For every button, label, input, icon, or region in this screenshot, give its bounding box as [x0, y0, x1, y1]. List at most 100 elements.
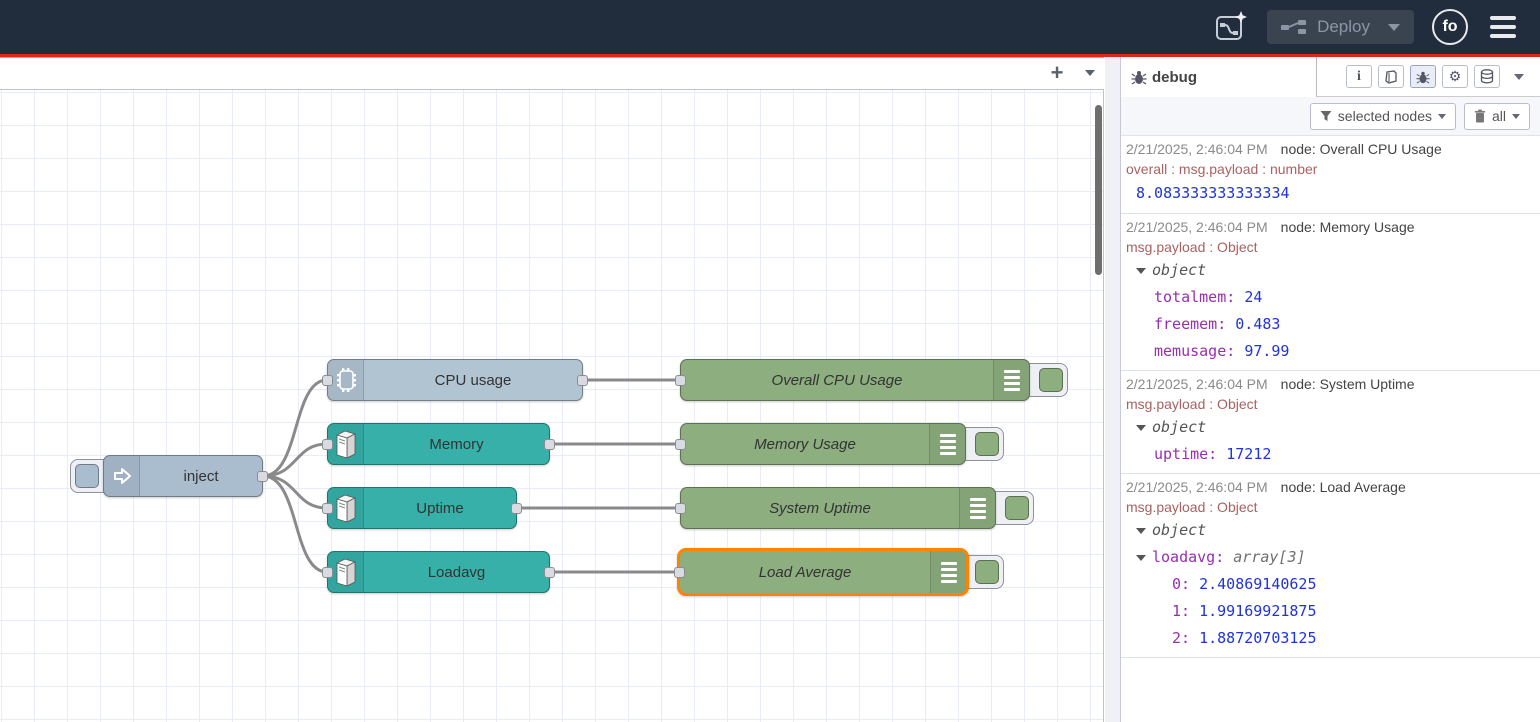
flow-node-cpu-usage[interactable]: CPU usage	[327, 359, 583, 401]
context-tab-button[interactable]	[1474, 65, 1500, 88]
debug-list-icon	[929, 424, 965, 464]
memory-input-port[interactable]	[322, 439, 333, 450]
debug-key-value-row: uptime: 17212	[1126, 441, 1535, 468]
debug-tab-button[interactable]	[1410, 65, 1436, 88]
debug-key-value-row: freemem: 0.483	[1126, 311, 1535, 338]
debug-tree-row[interactable]: object	[1126, 257, 1535, 284]
debug-key: 0:	[1172, 575, 1199, 593]
chevron-down-icon	[1438, 114, 1446, 119]
uptime-input-port[interactable]	[322, 503, 333, 514]
node-label: System Uptime	[681, 488, 959, 528]
debug-key: uptime:	[1154, 445, 1226, 463]
node-red-window: Deploy fo +	[0, 0, 1540, 722]
inject-output-port[interactable]	[257, 471, 268, 482]
debug-message[interactable]: 2/21/2025, 2:46:04 PMnode: Overall CPU U…	[1121, 136, 1540, 214]
ai-assistant-button[interactable]	[1213, 9, 1249, 45]
help-tab-button[interactable]	[1378, 65, 1404, 88]
trash-icon	[1474, 109, 1486, 123]
collapse-caret-icon[interactable]	[1136, 268, 1146, 274]
flow-node-debug-overall-cpu[interactable]: Overall CPU Usage	[680, 359, 1030, 401]
debug-list-icon	[930, 551, 966, 593]
debug-input-port[interactable]	[675, 439, 686, 450]
sidebar-panel: debug i	[1121, 57, 1540, 722]
clear-messages-button[interactable]: all	[1464, 103, 1530, 130]
config-tab-button[interactable]: ⚙	[1442, 65, 1468, 88]
collapse-caret-icon[interactable]	[1136, 528, 1146, 534]
cpu-input-port[interactable]	[322, 375, 333, 386]
deploy-button[interactable]: Deploy	[1267, 10, 1414, 44]
bug-icon	[1416, 70, 1430, 84]
debug-message[interactable]: 2/21/2025, 2:46:04 PMnode: Memory Usage m…	[1121, 214, 1540, 371]
sidebar-tab-bar: debug i	[1121, 57, 1540, 97]
debug-message[interactable]: 2/21/2025, 2:46:04 PMnode: System Uptime…	[1121, 371, 1540, 474]
debug-value: 1.88720703125	[1199, 629, 1316, 647]
user-avatar[interactable]: fo	[1432, 9, 1468, 45]
gear-icon: ⚙	[1449, 68, 1462, 85]
wire-inject-uptime[interactable]	[263, 476, 327, 508]
info-tab-button[interactable]: i	[1346, 65, 1372, 88]
node-label: Memory	[364, 424, 549, 464]
debug-key-value-row: 2: 1.88720703125	[1126, 625, 1535, 652]
node-label: inject	[140, 456, 262, 496]
debug-message-meta: 2/21/2025, 2:46:04 PMnode: System Uptime	[1126, 374, 1535, 394]
flow-canvas[interactable]: inject CPU usage	[0, 90, 1104, 722]
wires-layer	[0, 90, 1104, 722]
flow-node-debug-memory[interactable]: Memory Usage	[680, 423, 966, 465]
debug-timestamp: 2/21/2025, 2:46:04 PM	[1126, 376, 1268, 392]
debug-input-port[interactable]	[675, 375, 686, 386]
book-icon	[1384, 70, 1398, 84]
main-menu-button[interactable]	[1486, 12, 1520, 42]
debug-input-port[interactable]	[675, 503, 686, 514]
flow-list-button[interactable]	[1076, 57, 1104, 89]
loadavg-output-port[interactable]	[544, 567, 555, 578]
flow-node-debug-uptime[interactable]: System Uptime	[680, 487, 996, 529]
sidebar-resize-handle[interactable]	[1105, 57, 1121, 722]
server-tower-icon	[328, 488, 364, 528]
sidebar-toolbar: i ⚙	[1346, 65, 1532, 88]
collapse-caret-icon[interactable]	[1136, 425, 1146, 431]
flow-node-memory[interactable]: Memory	[327, 423, 550, 465]
debug-message-topic: overall : msg.payload : number	[1126, 159, 1535, 179]
debug-tree-row[interactable]: loadavg: array[3]	[1126, 544, 1535, 571]
server-tower-icon	[328, 424, 364, 464]
filter-nodes-button[interactable]: selected nodes	[1310, 103, 1456, 130]
workspace-tab-bar	[0, 57, 1104, 90]
tab-label: debug	[1152, 69, 1197, 86]
filter-label: selected nodes	[1338, 108, 1432, 124]
debug-message-meta: 2/21/2025, 2:46:04 PMnode: Memory Usage	[1126, 217, 1535, 237]
flow-node-debug-loadavg[interactable]: Load Average	[677, 548, 969, 596]
debug-value: 97.99	[1244, 342, 1289, 360]
ai-flow-sparkle-icon	[1213, 9, 1249, 45]
loadavg-input-port[interactable]	[322, 567, 333, 578]
flow-node-uptime[interactable]: Uptime	[327, 487, 517, 529]
deploy-label: Deploy	[1317, 17, 1370, 37]
debug-array-type: array[3]	[1233, 548, 1305, 566]
memory-output-port[interactable]	[544, 439, 555, 450]
debug-input-port[interactable]	[674, 567, 685, 578]
canvas-vertical-scrollbar[interactable]	[1095, 105, 1102, 275]
debug-tree-row[interactable]: object	[1126, 517, 1535, 544]
cpu-output-port[interactable]	[577, 375, 588, 386]
debug-timestamp: 2/21/2025, 2:46:04 PM	[1126, 479, 1268, 495]
uptime-output-port[interactable]	[511, 503, 522, 514]
avatar-initials: fo	[1442, 18, 1457, 36]
debug-key: memusage:	[1154, 342, 1244, 360]
debug-message[interactable]: 2/21/2025, 2:46:04 PMnode: Load Averagem…	[1121, 474, 1540, 658]
flow-node-loadavg[interactable]: Loadavg	[327, 551, 550, 593]
database-icon	[1480, 69, 1494, 84]
debug-message-meta: 2/21/2025, 2:46:04 PMnode: Load Average	[1126, 477, 1535, 497]
debug-timestamp: 2/21/2025, 2:46:04 PM	[1126, 219, 1268, 235]
tree-type-label: object	[1152, 521, 1206, 539]
tab-debug[interactable]: debug	[1121, 57, 1317, 97]
wire-inject-memory[interactable]	[263, 444, 327, 476]
filter-funnel-icon	[1320, 110, 1332, 122]
debug-message-meta: 2/21/2025, 2:46:04 PMnode: Overall CPU U…	[1126, 139, 1535, 159]
debug-key-value-row: 0: 2.40869140625	[1126, 571, 1535, 598]
collapse-caret-icon[interactable]	[1136, 555, 1146, 561]
sidebar-menu-button[interactable]	[1506, 65, 1532, 88]
add-flow-button[interactable]: +	[1040, 57, 1074, 89]
inject-arrow-icon	[104, 456, 140, 496]
debug-tree-row[interactable]: object	[1126, 414, 1535, 441]
debug-message-list: 2/21/2025, 2:46:04 PMnode: Overall CPU U…	[1121, 135, 1540, 722]
flow-node-inject[interactable]: inject	[103, 455, 263, 497]
